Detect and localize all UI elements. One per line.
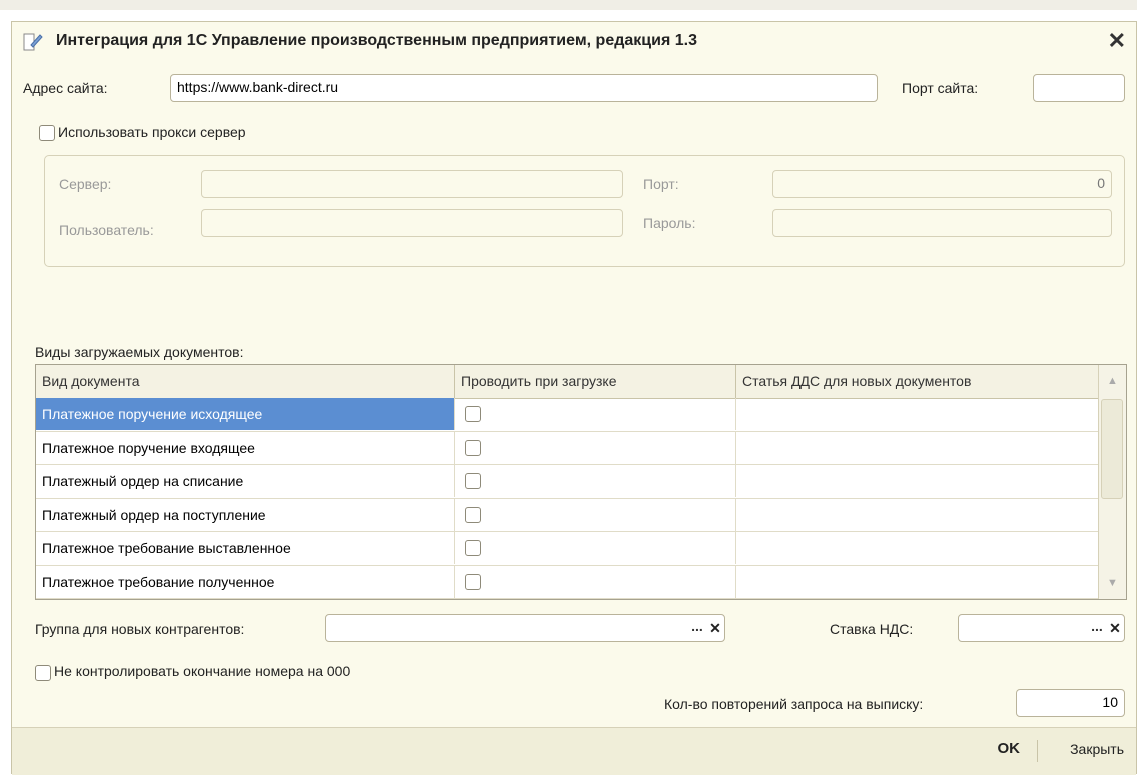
column-header-post-on-load[interactable]: Проводить при загрузке (455, 365, 736, 398)
group-input[interactable]: ... ✕ (325, 614, 725, 642)
cash-article-cell[interactable] (736, 465, 1100, 497)
table-row[interactable]: Платежное поручение входящее (36, 431, 1100, 465)
cash-article-cell[interactable] (736, 566, 1100, 598)
site-address-label: Адрес сайта: (23, 80, 108, 96)
scroll-down-icon[interactable]: ▼ (1099, 569, 1126, 597)
table-row[interactable]: Аккредитив переданный (36, 599, 1100, 600)
doc-type-cell[interactable]: Платежное требование полученное (36, 565, 455, 598)
doc-type-cell[interactable]: Платежный ордер на списание (36, 465, 455, 497)
post-on-load-cell[interactable] (455, 465, 736, 497)
title-bar: Интеграция для 1С Управление производств… (12, 22, 1136, 62)
group-label: Группа для новых контрагентов: (35, 621, 245, 637)
table-row[interactable]: Платежное требование полученное (36, 565, 1100, 599)
scroll-up-icon[interactable]: ▲ (1099, 367, 1126, 395)
vat-select-button[interactable]: ... (1088, 615, 1106, 641)
scroll-thumb[interactable] (1101, 399, 1123, 499)
doc-type-cell[interactable]: Платежное требование выставленное (36, 532, 455, 564)
post-on-load-cell[interactable] (455, 599, 736, 600)
dialog-window: Интеграция для 1С Управление производств… (11, 21, 1137, 775)
post-on-load-checkbox[interactable] (465, 540, 481, 556)
doc-type-cell[interactable]: Платежное поручение входящее (36, 431, 455, 464)
post-on-load-checkbox[interactable] (465, 573, 481, 590)
site-port-label: Порт сайта: (902, 80, 979, 96)
post-on-load-checkbox[interactable] (465, 439, 481, 456)
close-button[interactable]: Закрыть (1070, 741, 1124, 757)
retries-label: Кол-во повторений запроса на выписку: (664, 696, 924, 712)
no-control-label: Не контролировать окончание номера на 00… (54, 663, 351, 679)
footer-separator (1037, 740, 1038, 762)
post-on-load-checkbox[interactable] (465, 473, 481, 489)
proxy-server-input[interactable] (201, 170, 623, 198)
proxy-user-label: Пользователь: (59, 222, 154, 238)
group-select-button[interactable]: ... (688, 615, 706, 641)
proxy-server-label: Сервер: (59, 176, 112, 192)
post-on-load-checkbox[interactable] (465, 406, 481, 422)
dialog-footer: OK Закрыть (12, 727, 1136, 775)
proxy-password-label: Пароль: (643, 215, 696, 231)
proxy-password-input[interactable] (772, 209, 1112, 237)
close-icon[interactable]: ✕ (1108, 29, 1126, 53)
cash-article-cell[interactable] (736, 532, 1100, 564)
group-clear-icon[interactable]: ✕ (706, 615, 724, 641)
top-strip (0, 0, 1137, 10)
ok-button[interactable]: OK (998, 740, 1021, 757)
proxy-user-input[interactable] (201, 209, 623, 237)
documents-table: Вид документа Проводить при загрузке Ста… (35, 364, 1127, 600)
window-title: Интеграция для 1С Управление производств… (56, 32, 697, 49)
cash-article-cell[interactable] (736, 398, 1100, 430)
table-row[interactable]: Платежный ордер на списание (36, 465, 1100, 499)
doc-type-cell[interactable]: Аккредитив переданный (36, 599, 455, 600)
cash-article-cell[interactable] (736, 599, 1100, 600)
doc-type-cell[interactable]: Платежное поручение исходящее (36, 398, 455, 430)
post-on-load-cell[interactable] (455, 498, 736, 531)
vat-input[interactable]: ... ✕ (958, 614, 1125, 642)
post-on-load-cell[interactable] (455, 398, 736, 430)
post-on-load-cell[interactable] (455, 431, 736, 464)
site-address-input[interactable]: https://www.bank-direct.ru (170, 74, 878, 102)
table-scrollbar[interactable]: ▲ ▼ (1098, 365, 1126, 599)
documents-section-label: Виды загружаемых документов: (35, 344, 244, 360)
proxy-port-input[interactable]: 0 (772, 170, 1112, 198)
use-proxy-checkbox[interactable] (39, 125, 55, 141)
proxy-settings-group: Сервер: Порт: 0 Пользователь: Пароль: (44, 155, 1125, 267)
table-body: Платежное поручение исходящее Платежное п… (36, 398, 1100, 600)
post-on-load-cell[interactable] (455, 565, 736, 598)
doc-type-cell[interactable]: Платежный ордер на поступление (36, 498, 455, 531)
post-on-load-cell[interactable] (455, 532, 736, 564)
table-row[interactable]: Платежное требование выставленное (36, 532, 1100, 566)
proxy-port-label: Порт: (643, 176, 679, 192)
post-on-load-checkbox[interactable] (465, 506, 481, 523)
cash-article-cell[interactable] (736, 432, 1100, 464)
vat-label: Ставка НДС: (830, 621, 914, 637)
column-header-doc-type[interactable]: Вид документа (36, 365, 455, 398)
cash-article-cell[interactable] (736, 499, 1100, 531)
table-row[interactable]: Платежный ордер на поступление (36, 498, 1100, 532)
table-header: Вид документа Проводить при загрузке Ста… (36, 365, 1100, 399)
column-header-cash-article[interactable]: Статья ДДС для новых документов (736, 365, 1100, 398)
site-port-input[interactable] (1033, 74, 1125, 102)
vat-clear-icon[interactable]: ✕ (1106, 615, 1124, 641)
retries-input[interactable]: 10 (1016, 689, 1125, 717)
no-control-checkbox[interactable] (35, 665, 51, 681)
use-proxy-label: Использовать прокси сервер (58, 124, 246, 140)
form-icon (23, 33, 43, 51)
table-row[interactable]: Платежное поручение исходящее (36, 398, 1100, 432)
